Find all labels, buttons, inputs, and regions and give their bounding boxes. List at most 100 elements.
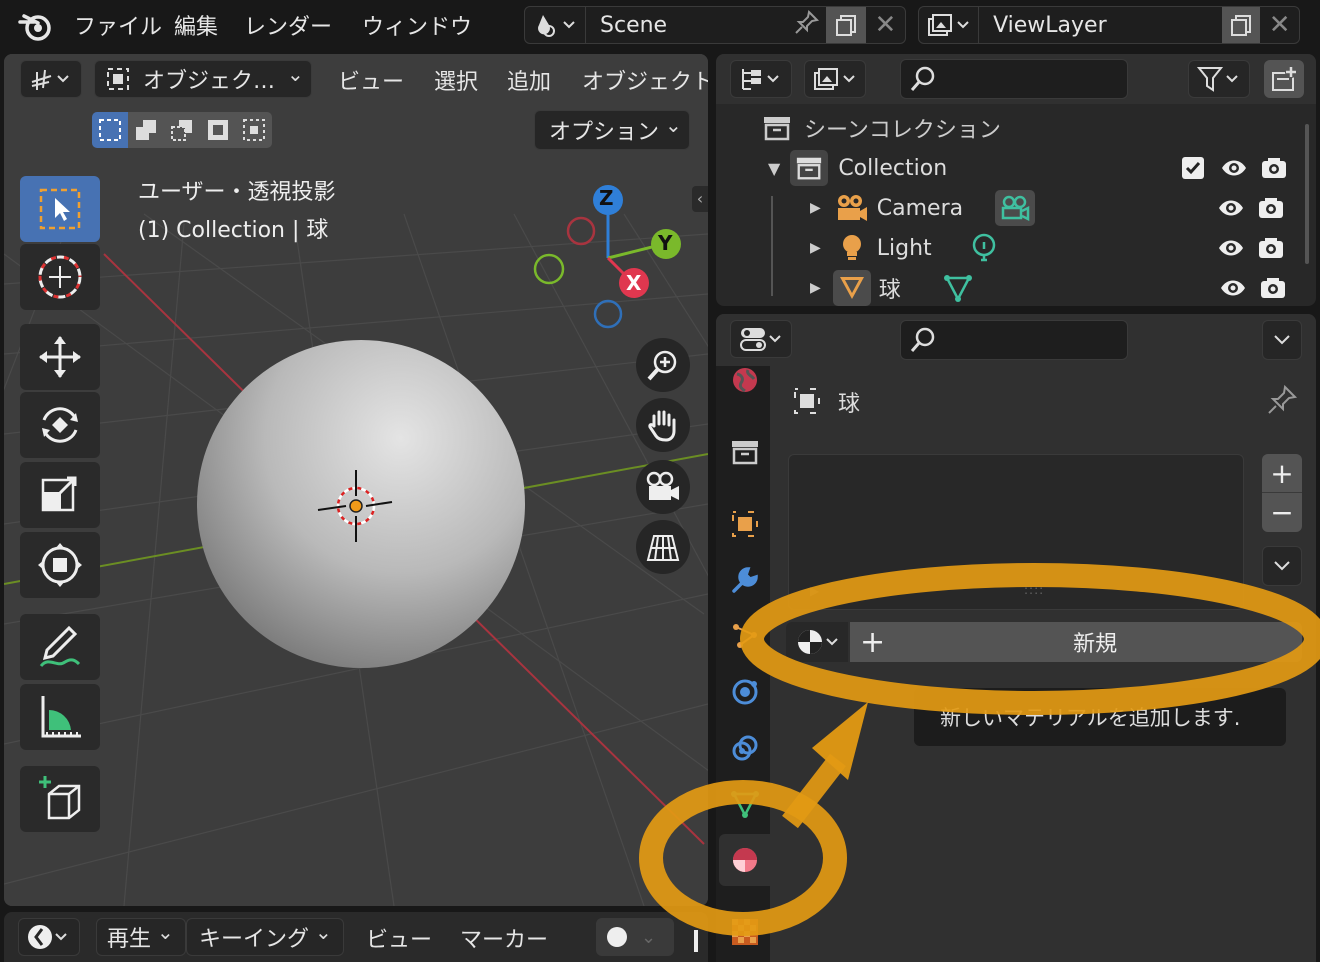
options-dropdown[interactable]: オプション — [534, 110, 690, 150]
render-camera-icon[interactable] — [1257, 237, 1285, 259]
options-label[interactable]: オプション — [549, 114, 659, 146]
pan-button[interactable] — [636, 398, 690, 452]
outliner-filter-button[interactable] — [1188, 60, 1250, 98]
tab-object[interactable] — [725, 504, 765, 544]
tab-world[interactable] — [725, 360, 765, 400]
tool-rotate[interactable] — [20, 392, 100, 458]
timeline-menu-marker[interactable]: マーカー — [460, 922, 548, 954]
camera-data-icon[interactable] — [994, 190, 1035, 226]
expand-arrow-icon[interactable]: ▶ — [810, 240, 821, 256]
tool-select-box[interactable] — [20, 176, 100, 242]
slot-expand-icon[interactable]: ▶ — [810, 584, 819, 598]
gizmo-axis-y[interactable]: Y — [658, 231, 672, 255]
tool-measure[interactable] — [20, 684, 100, 750]
perspective-toggle-button[interactable] — [636, 520, 690, 574]
outliner-item-camera[interactable]: ▶ Camera — [720, 188, 1310, 228]
select-extend-icon[interactable] — [128, 112, 164, 148]
outliner-item-sphere[interactable]: ▶ 球 — [720, 268, 1310, 308]
menu-edit[interactable]: 編集 — [164, 9, 242, 41]
material-slot-list[interactable] — [788, 454, 1244, 610]
outliner-display-mode[interactable] — [730, 60, 792, 98]
select-intersect-icon[interactable] — [236, 112, 272, 148]
outliner-collection[interactable]: ▼ Collection — [720, 148, 1310, 188]
eye-icon[interactable] — [1217, 197, 1245, 219]
tab-material[interactable] — [719, 834, 771, 886]
render-camera-icon[interactable] — [1260, 157, 1288, 179]
list-resize-handle-icon[interactable]: :::: — [1024, 583, 1044, 597]
menu-window[interactable]: ウィンドウ — [362, 9, 492, 41]
keying-dropdown[interactable]: キーイング — [186, 918, 344, 956]
close-viewlayer-icon[interactable]: ✕ — [1260, 10, 1299, 40]
tool-move[interactable] — [20, 324, 100, 390]
timeline-menu-view[interactable]: ビュー — [366, 922, 432, 954]
tool-add-cube[interactable] — [20, 766, 100, 832]
tab-constraints[interactable] — [725, 728, 765, 768]
select-new-icon[interactable] — [92, 112, 128, 148]
new-collection-button[interactable] — [1264, 60, 1304, 98]
select-invert-icon[interactable] — [200, 112, 236, 148]
playback-dropdown[interactable]: 再生 — [96, 918, 186, 956]
camera-view-button[interactable] — [636, 460, 690, 514]
tool-annotate[interactable] — [20, 614, 100, 680]
editor-type-button[interactable] — [20, 60, 82, 98]
tab-particles[interactable] — [725, 616, 765, 656]
menu-select[interactable]: 選択 — [434, 64, 478, 96]
select-subtract-icon[interactable] — [164, 112, 200, 148]
frame-indicator-icon[interactable] — [694, 930, 698, 952]
eye-icon[interactable] — [1219, 277, 1247, 299]
render-camera-icon[interactable] — [1257, 197, 1285, 219]
checkbox-icon[interactable] — [1182, 157, 1205, 179]
outliner-scene-collection[interactable]: シーンコレクション — [720, 108, 1310, 148]
viewlayer-name[interactable]: ViewLayer — [993, 13, 1221, 38]
outliner-filter-viewlayer[interactable] — [804, 60, 866, 98]
eye-icon[interactable] — [1217, 237, 1245, 259]
tab-physics[interactable] — [725, 672, 765, 712]
menu-add[interactable]: 追加 — [507, 64, 551, 96]
render-camera-icon[interactable] — [1259, 277, 1287, 299]
new-material-button[interactable]: + 新規 — [850, 622, 1302, 662]
properties-search-input[interactable] — [900, 320, 1128, 360]
menu-render[interactable]: レンダー — [244, 9, 362, 41]
tab-collection[interactable] — [725, 432, 765, 472]
tab-data[interactable] — [725, 784, 765, 824]
expand-arrow-icon[interactable]: ▶ — [810, 280, 821, 296]
menu-object[interactable]: オブジェクト — [582, 64, 708, 96]
gizmo-axis-z[interactable]: Z — [599, 186, 614, 210]
tab-texture[interactable] — [725, 912, 765, 952]
browse-material-button[interactable] — [786, 622, 848, 662]
properties-options-dropdown[interactable] — [1262, 320, 1302, 360]
gizmo-axis-x[interactable]: X — [626, 271, 641, 295]
tool-cursor[interactable] — [20, 244, 100, 310]
auto-keying-toggle[interactable]: ⌄ — [596, 918, 674, 956]
light-data-icon[interactable] — [969, 233, 999, 263]
blender-logo-icon[interactable] — [18, 10, 54, 42]
mesh-data-icon[interactable] — [943, 273, 973, 303]
new-scene-icon[interactable] — [826, 7, 866, 43]
pin-icon[interactable] — [787, 9, 826, 41]
slot-specials-button[interactable] — [1262, 546, 1302, 586]
zoom-button[interactable] — [636, 338, 690, 392]
viewlayer-icon[interactable] — [919, 7, 980, 43]
expand-arrow-icon[interactable]: ▶ — [810, 200, 821, 216]
tab-modifiers[interactable] — [725, 560, 765, 600]
expand-arrow-icon[interactable]: ▼ — [768, 159, 780, 178]
properties-editor-type[interactable] — [730, 320, 792, 358]
sidebar-toggle-icon[interactable]: ‹ — [692, 186, 708, 212]
scene-selector[interactable]: Scene ✕ — [524, 6, 906, 44]
mode-selector[interactable]: オブジェク… — [94, 60, 312, 98]
outliner-search-input[interactable] — [900, 59, 1128, 99]
viewport-3d[interactable]: オブジェク… ビュー 選択 追加 オブジェクト オプション ユーザー・透視投影 … — [4, 54, 708, 906]
viewlayer-selector[interactable]: ViewLayer ✕ — [918, 6, 1300, 44]
timeline-editor-type[interactable] — [18, 918, 80, 956]
remove-slot-button[interactable]: − — [1262, 493, 1302, 532]
add-slot-button[interactable]: + — [1262, 454, 1302, 493]
navigation-gizmo[interactable] — [524, 180, 708, 340]
outliner-scrollbar[interactable] — [1305, 124, 1309, 264]
outliner-item-light[interactable]: ▶ Light — [720, 228, 1310, 268]
pin-icon[interactable] — [1266, 384, 1298, 416]
eye-icon[interactable] — [1220, 157, 1248, 179]
tool-scale[interactable] — [20, 462, 100, 528]
scene-name[interactable]: Scene — [600, 13, 787, 38]
scene-icon[interactable] — [525, 7, 587, 43]
tool-transform[interactable] — [20, 532, 100, 598]
